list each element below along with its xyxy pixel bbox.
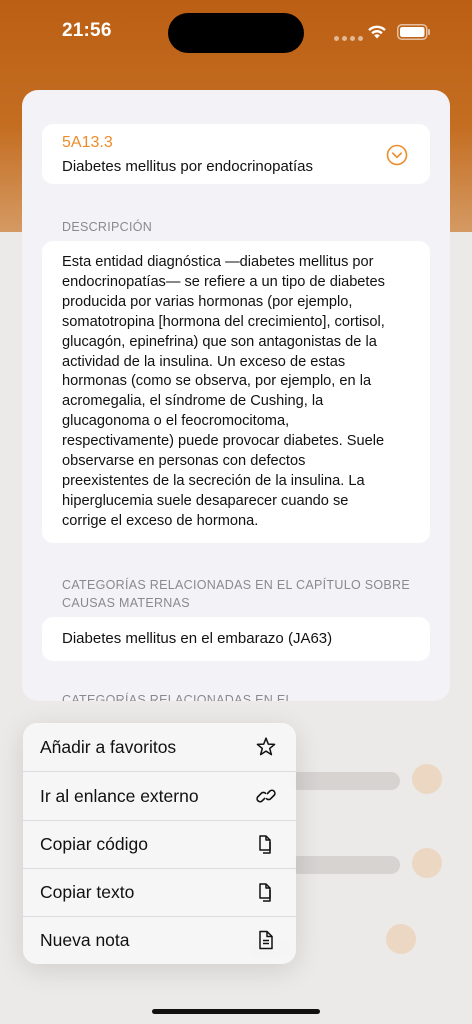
note-icon — [259, 930, 273, 950]
home-indicator[interactable] — [152, 1009, 320, 1014]
diagnosis-code: 5A13.3 — [62, 134, 113, 151]
status-bar: 21:56 — [0, 0, 472, 64]
related-maternal-header: CATEGORÍAS RELACIONADAS EN EL CAPÍTULO S… — [62, 578, 411, 610]
dynamic-island — [168, 13, 304, 53]
menu-item-copy-code[interactable]: Copiar código — [23, 820, 296, 868]
description-box: Esta entidad diagnóstica —diabetes melli… — [42, 241, 430, 543]
diagnosis-title: Diabetes mellitus por endocrinopatías — [62, 158, 313, 175]
code-header[interactable]: 5A13.3 Diabetes mellitus por endocrinopa… — [42, 124, 430, 184]
menu-item-copy-text[interactable]: Copiar texto — [23, 868, 296, 916]
copy-icon — [259, 835, 271, 854]
blurred-list-accent — [386, 924, 416, 954]
blurred-list-accent — [412, 764, 442, 794]
description-text: Esta entidad diagnóstica —diabetes melli… — [62, 254, 385, 529]
status-time: 21:56 — [62, 20, 112, 41]
blurred-list-row — [290, 772, 400, 790]
context-menu: Añadir a favoritos Ir al enlance externo… — [23, 723, 296, 964]
battery-icon — [397, 24, 430, 40]
wifi-icon — [368, 25, 386, 39]
cellular-signal-icon — [334, 36, 363, 41]
link-icon — [256, 789, 276, 803]
menu-item-new-note[interactable]: Nueva nota — [23, 916, 296, 964]
star-icon — [256, 737, 276, 756]
related-category-label: Diabetes mellitus en el embarazo (JA63) — [62, 630, 333, 647]
blurred-list-row — [290, 856, 400, 874]
detail-preview-card: 5A13.3 Diabetes mellitus por endocrinopa… — [22, 90, 450, 701]
description-header: DESCRIPCIÓN — [62, 220, 153, 234]
blurred-list-accent — [412, 848, 442, 878]
copy-icon — [259, 883, 271, 902]
related-categories-header: CATEGORÍAS RELACIONADAS EN EL — [62, 693, 293, 701]
menu-item-external-link[interactable]: Ir al enlance externo — [23, 772, 296, 820]
related-category-row[interactable]: Diabetes mellitus en el embarazo (JA63) — [42, 617, 430, 661]
chevron-down-circle-icon[interactable] — [386, 144, 408, 166]
menu-item-add-favorites[interactable]: Añadir a favoritos — [23, 723, 296, 771]
